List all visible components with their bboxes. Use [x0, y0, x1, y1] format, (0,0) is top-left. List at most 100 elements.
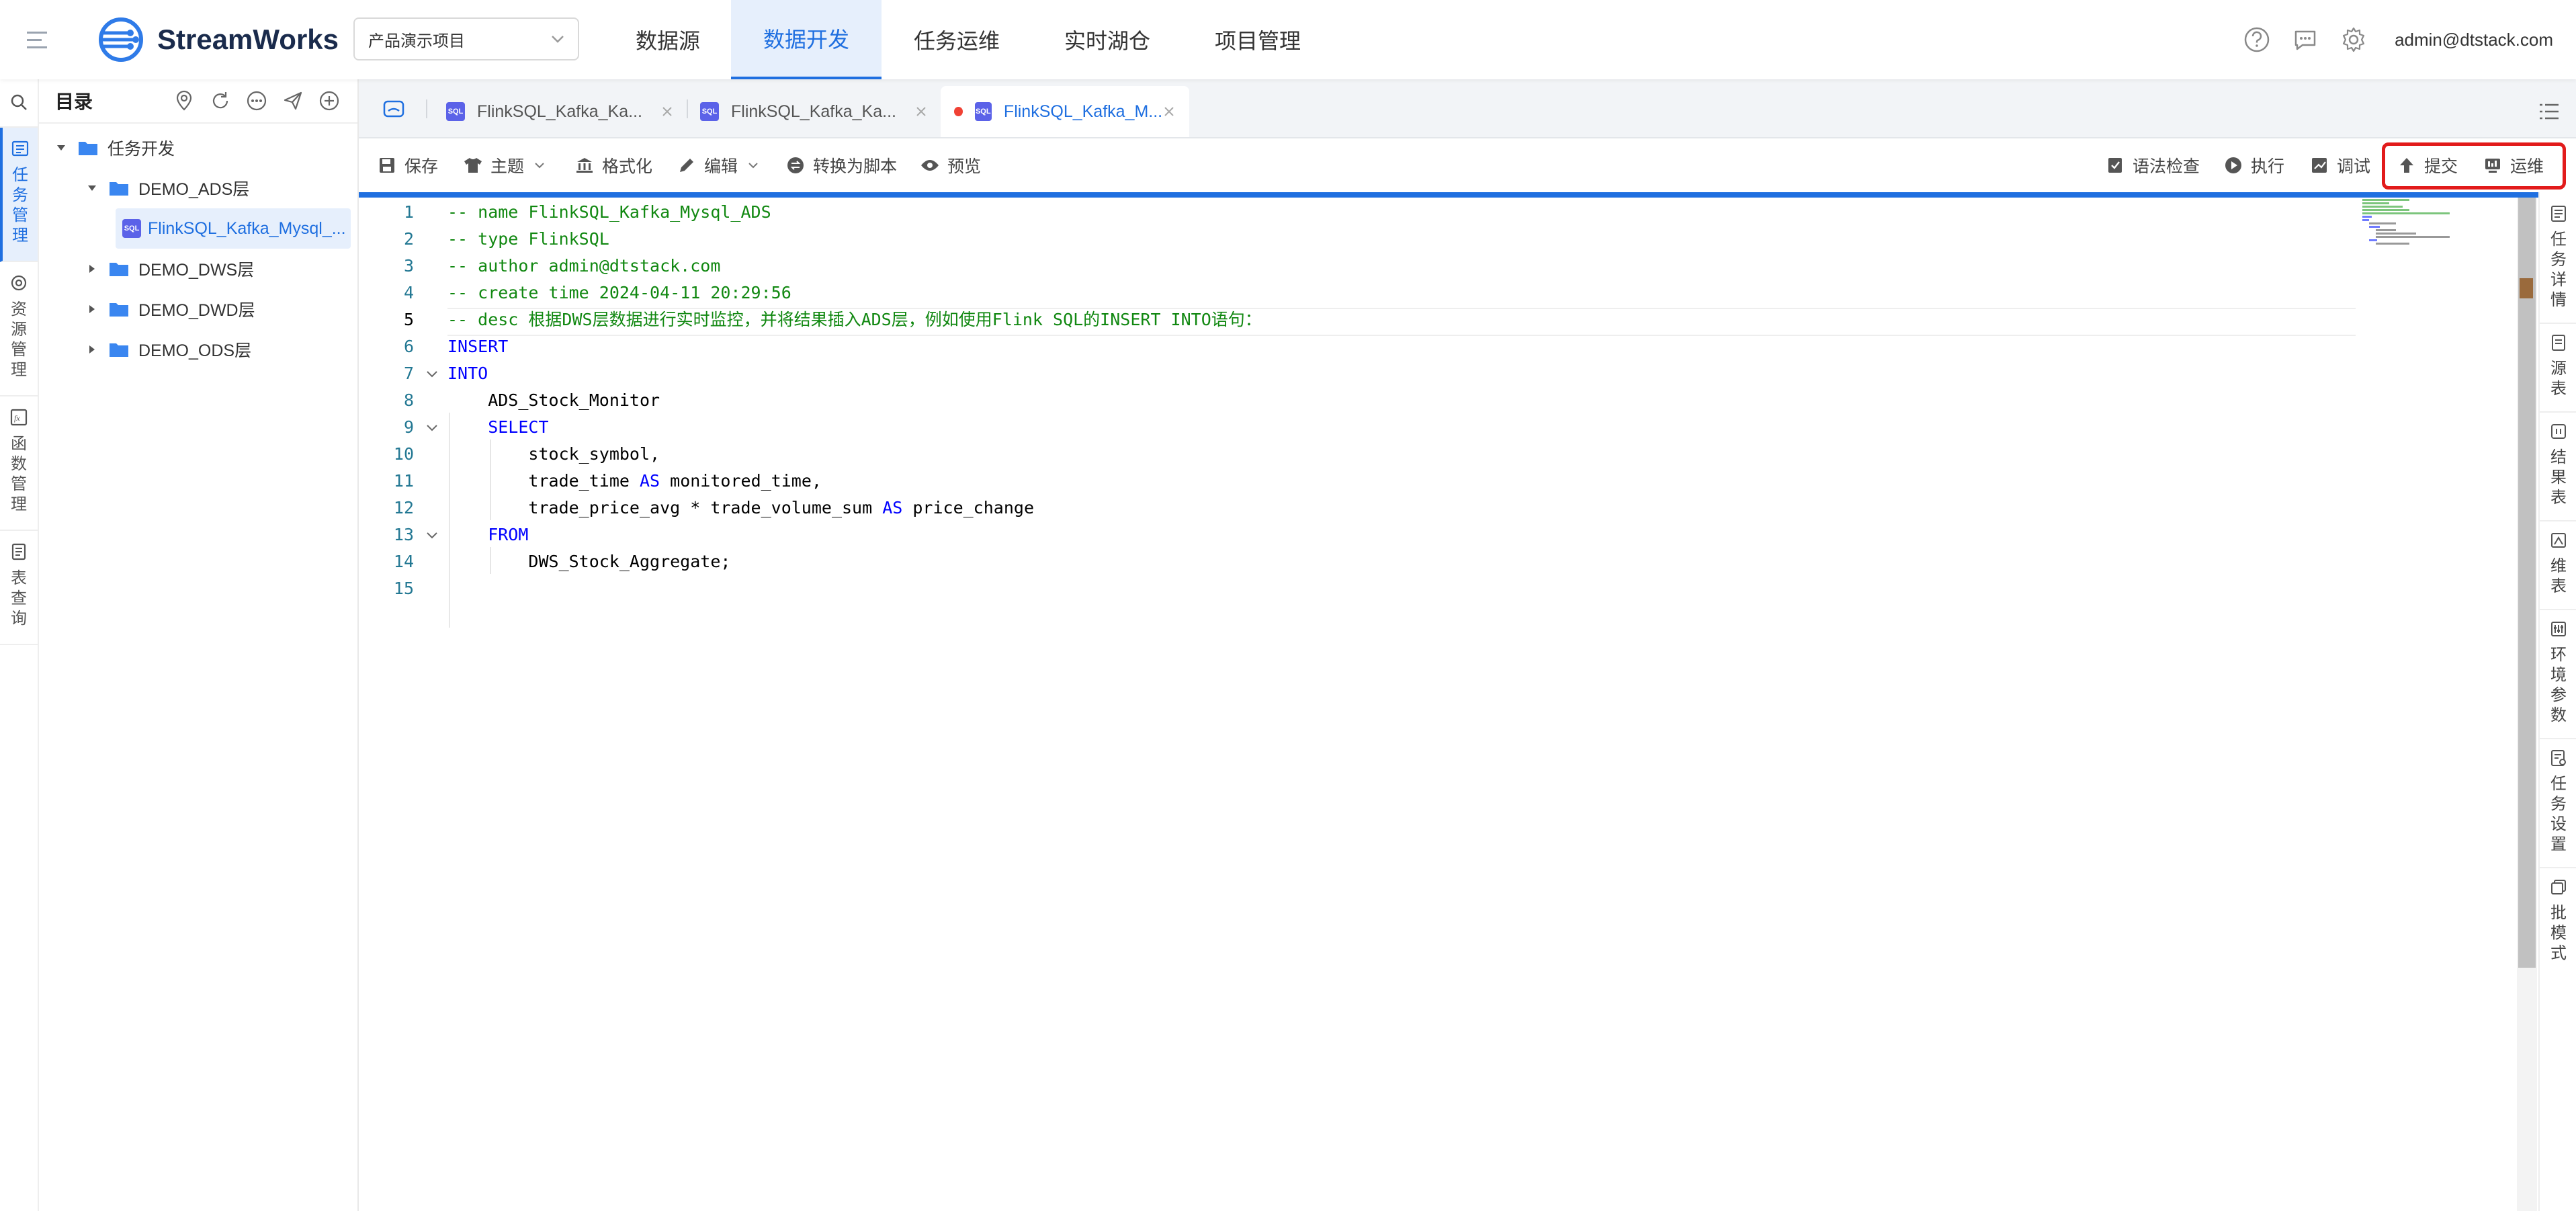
nav-data-development[interactable]: 数据开发 — [731, 0, 882, 79]
debug-icon — [2310, 156, 2329, 175]
rail-task-management[interactable]: 任务管理 — [0, 128, 38, 262]
line-number: 15 — [393, 579, 414, 598]
code-text: -- author admin@dtstack.com — [447, 256, 721, 276]
batch-mode-icon — [2549, 878, 2568, 896]
convert-to-script-button[interactable]: 转换为脚本 — [786, 138, 897, 192]
task-details-icon — [2549, 204, 2568, 223]
code-line: 15 — [359, 575, 2374, 602]
chevron-down-icon — [533, 159, 546, 171]
tree-file-flinksql[interactable]: SQL FlinkSQL_Kafka_Mysql_... — [116, 208, 351, 249]
rail-task-settings[interactable]: 任务设置 — [2540, 739, 2576, 868]
add-icon[interactable] — [317, 89, 341, 113]
env-params-icon — [2549, 620, 2568, 638]
caret-right-icon — [85, 342, 99, 357]
play-icon — [2224, 156, 2243, 175]
folder-icon — [109, 300, 129, 318]
send-icon[interactable] — [281, 89, 305, 113]
header-actions: admin@dtstack.com — [2223, 0, 2553, 79]
rail-task-details[interactable]: 任务详情 — [2540, 192, 2576, 324]
tree-folder-ads[interactable]: DEMO_ADS层 — [39, 168, 357, 208]
syntax-check-icon — [2106, 156, 2124, 175]
app-logo[interactable]: StreamWorks — [94, 11, 339, 69]
line-number: 8 — [403, 390, 414, 410]
menu-toggle-icon[interactable] — [19, 20, 59, 60]
rail-function-management[interactable]: fx 函数管理 — [0, 396, 38, 531]
code-text: stock_symbol, — [447, 444, 660, 464]
rail-label: 表查询 — [11, 569, 27, 628]
fold-chevron-icon[interactable] — [425, 421, 439, 435]
tab-flinksql-active[interactable]: SQL FlinkSQL_Kafka_M... — [941, 86, 1189, 137]
tree-folder-dwd[interactable]: DEMO_DWD层 — [39, 289, 357, 329]
tree-folder-ods[interactable]: DEMO_ODS层 — [39, 329, 357, 370]
nav-data-source[interactable]: 数据源 — [603, 0, 732, 79]
code-line: 13 FROM — [359, 521, 2374, 548]
theme-dropdown[interactable]: 主题 — [464, 138, 546, 192]
debug-button[interactable]: 调试 — [2310, 138, 2370, 192]
rail-env-params[interactable]: 环境参数 — [2540, 610, 2576, 739]
rail-dimension-table[interactable]: 维表 — [2540, 521, 2576, 610]
rail-source-table[interactable]: 源表 — [2540, 324, 2576, 413]
nav-task-ops[interactable]: 任务运维 — [882, 0, 1032, 79]
result-table-icon — [2549, 422, 2568, 441]
tab-flinksql-2[interactable]: SQL FlinkSQL_Kafka_Ka... — [700, 86, 929, 137]
nav-project-management[interactable]: 项目管理 — [1183, 0, 1333, 79]
tab-flinksql-1[interactable]: SQL FlinkSQL_Kafka_Ka... — [446, 86, 675, 137]
edit-dropdown[interactable]: 编辑 — [677, 138, 759, 192]
code-fragment: trade_time — [447, 471, 630, 491]
close-icon[interactable] — [660, 104, 675, 119]
message-icon[interactable] — [2291, 26, 2319, 54]
nav-realtime-lakehouse[interactable]: 实时湖仓 — [1032, 0, 1183, 79]
rail-table-query[interactable]: 表查询 — [0, 531, 38, 645]
rail-label: 结果表 — [2550, 448, 2567, 507]
code-fragment: price_change — [912, 498, 1034, 517]
format-button[interactable]: 格式化 — [575, 138, 652, 192]
catalog-panel: 目录 任务开发 DEMO_ADS层 SQL FlinkSQL_Kafka_Mys… — [39, 79, 359, 1211]
code-minimap[interactable] — [2362, 198, 2517, 278]
rail-batch-mode[interactable]: 批模式 — [2540, 868, 2576, 976]
close-icon[interactable] — [1162, 104, 1176, 119]
fold-chevron-icon[interactable] — [425, 528, 439, 543]
tab-divider — [426, 99, 427, 118]
chevron-down-icon — [551, 35, 564, 43]
folder-icon — [109, 179, 129, 197]
line-number: 11 — [393, 471, 414, 491]
task-settings-icon — [2549, 749, 2568, 767]
code-editor[interactable]: 1 -- name FlinkSQL_Kafka_Mysql_ADS 2 -- typ… — [359, 198, 2516, 1211]
task-list-icon — [10, 138, 30, 159]
rail-resource-management[interactable]: 资源管理 — [0, 262, 38, 396]
svg-text:fx: fx — [14, 413, 20, 423]
close-icon[interactable] — [914, 104, 929, 119]
help-icon[interactable] — [2243, 26, 2271, 54]
catalog-header: 目录 — [39, 79, 357, 124]
settings-gear-icon[interactable] — [2339, 26, 2368, 54]
tree-folder-dws[interactable]: DEMO_DWS层 — [39, 249, 357, 289]
locate-pin-icon[interactable] — [172, 89, 196, 113]
line-number: 7 — [403, 364, 414, 383]
tab-list-icon[interactable] — [2537, 99, 2561, 124]
rail-label: 环境参数 — [2550, 646, 2567, 724]
home-tab-icon[interactable] — [382, 97, 406, 121]
eye-icon — [920, 156, 939, 175]
tree-root-task-development[interactable]: 任务开发 — [39, 128, 357, 168]
scrollbar-thumb[interactable] — [2518, 198, 2536, 968]
syntax-check-button[interactable]: 语法检查 — [2106, 138, 2200, 192]
source-table-icon — [2549, 333, 2568, 352]
code-line: 3 -- author admin@dtstack.com — [359, 253, 2374, 280]
refresh-icon[interactable] — [208, 89, 232, 113]
save-icon — [378, 156, 396, 175]
tab-label: FlinkSQL_Kafka_M... — [1003, 101, 1163, 121]
run-button[interactable]: 执行 — [2224, 138, 2284, 192]
save-button[interactable]: 保存 — [378, 138, 438, 192]
fold-chevron-icon[interactable] — [425, 367, 439, 382]
line-number: 13 — [393, 525, 414, 544]
edit-pencil-icon — [677, 156, 696, 175]
rail-result-table[interactable]: 结果表 — [2540, 413, 2576, 521]
format-label: 格式化 — [602, 157, 653, 176]
more-options-icon[interactable] — [245, 89, 269, 113]
user-account[interactable]: admin@dtstack.com — [2395, 30, 2553, 50]
rail-search[interactable] — [0, 79, 38, 128]
preview-button[interactable]: 预览 — [920, 138, 981, 192]
code-text: SELECT — [447, 417, 549, 437]
project-select[interactable]: 产品演示项目 — [353, 17, 579, 60]
format-icon — [575, 156, 594, 175]
